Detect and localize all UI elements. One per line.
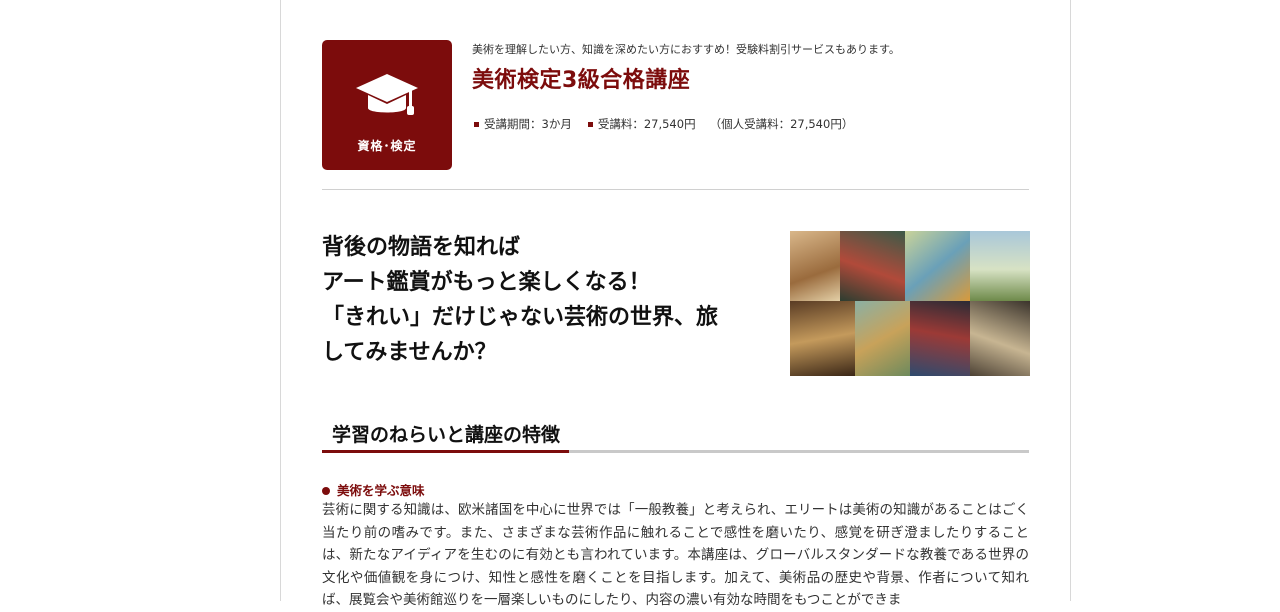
- category-label: 資格･検定: [357, 139, 417, 153]
- square-bullet-icon: [474, 121, 479, 127]
- course-heading: 美術を理解したい方、知識を深めたい方におすすめ！受験料割引サービスもあります。 …: [472, 40, 1029, 131]
- divider: [322, 189, 1029, 190]
- period: 受講期間：3か月: [484, 117, 572, 131]
- section-title: 学習のねらいと講座の特徴: [322, 418, 1029, 454]
- course-header: 資格･検定 美術を理解したい方、知識を深めたい方におすすめ！受験料割引サービスも…: [322, 40, 1029, 190]
- graduation-cap-icon: [356, 74, 418, 115]
- section-body: 芸術に関する知識は、欧米諸国を中心に世界では「一般教養」と考えられ、エリートは美…: [322, 502, 1029, 608]
- circle-bullet-icon: [322, 486, 330, 495]
- fee: 受講料：27,540円: [597, 117, 696, 131]
- catch-line: 「きれい」だけじゃない芸術の世界、旅: [322, 305, 719, 330]
- subheading: 美術を学ぶ意味: [322, 480, 425, 499]
- course-lead: 美術を理解したい方、知識を深めたい方におすすめ！受験料割引サービスもあります。: [472, 43, 900, 56]
- individual-fee: （個人受講料：27,540円）: [709, 117, 854, 131]
- category-badge[interactable]: 資格･検定: [322, 40, 452, 170]
- course-title: 美術検定3級合格講座: [472, 68, 691, 93]
- page-container: 資格･検定 美術を理解したい方、知識を深めたい方におすすめ！受験料割引サービスも…: [280, 0, 1071, 608]
- subheading-text: 美術を学ぶ意味: [337, 483, 425, 498]
- artwork-collage-image: [790, 231, 1030, 376]
- square-bullet-icon: [587, 121, 593, 127]
- course-meta: 受講期間：3か月 受講料：27,540円 （個人受講料：27,540円）: [472, 116, 853, 132]
- catch-line: 背後の物語を知れば: [322, 235, 521, 260]
- catch-line: アート鑑賞がもっと楽しくなる！: [322, 270, 651, 295]
- catch-copy: 背後の物語を知れば アート鑑賞がもっと楽しくなる！ 「きれい」だけじゃない芸術の…: [322, 230, 772, 370]
- section-title-text: 学習のねらいと講座の特徴: [332, 424, 561, 446]
- section-underline-accent: [322, 450, 569, 453]
- catch-line: してみませんか？: [322, 340, 497, 365]
